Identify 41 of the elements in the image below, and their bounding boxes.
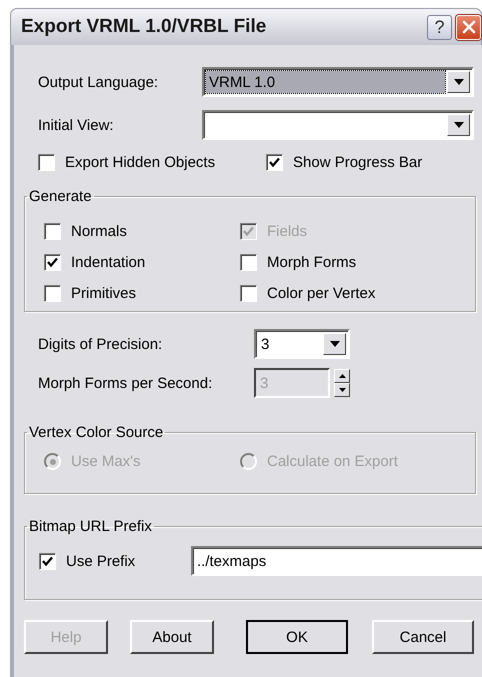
checkbox-label: Color per Vertex (267, 284, 376, 302)
dialog-button[interactable]: OK (246, 620, 348, 654)
checkbox[interactable] (240, 254, 257, 270)
close-icon (460, 19, 476, 35)
checkbox[interactable] (44, 222, 61, 240)
caret-icon (454, 122, 464, 128)
checkbox-label: Use Prefix (66, 552, 136, 570)
dialog-button[interactable]: About (130, 620, 214, 654)
checkbox[interactable] (44, 284, 61, 302)
checkbox[interactable] (44, 254, 61, 270)
caret-icon (454, 79, 464, 85)
spinner-icon[interactable] (334, 369, 350, 397)
help-button[interactable]: ? (427, 14, 452, 40)
window-title: Export VRML 1.0/VRBL File (21, 16, 268, 38)
field-label: Output Language: (37, 74, 160, 90)
group-title: Vertex Color Source (28, 424, 164, 441)
prefix-field[interactable]: ../texmaps (191, 546, 482, 576)
checkbox-label: Primitives (71, 284, 136, 302)
radio-label: Calculate on Export (267, 453, 398, 470)
checkbox[interactable] (266, 154, 283, 170)
field-label: Initial View: (37, 116, 115, 134)
checkbox[interactable] (39, 552, 56, 570)
radio-label: Use Max's (71, 453, 141, 470)
checkbox[interactable] (38, 154, 55, 170)
dropdown[interactable]: 3 (254, 329, 350, 359)
group-title: Generate (28, 188, 93, 205)
checkbox-label: Export Hidden Objects (65, 154, 216, 170)
checkbox-label: Indentation (71, 254, 146, 270)
checkbox-label: Normals (71, 222, 127, 240)
checkbox-label: Fields (267, 222, 308, 240)
field-label: Digits of Precision: (37, 336, 164, 352)
caret-icon (330, 341, 340, 347)
checkbox-label: Morph Forms (267, 254, 356, 270)
checkbox[interactable] (240, 284, 257, 302)
checkbox-label: Show Progress Bar (293, 154, 422, 170)
dropdown[interactable] (202, 110, 474, 140)
field-label: Morph Forms per Second: (37, 374, 214, 392)
group-title: Bitmap URL Prefix (28, 518, 153, 535)
close-button[interactable] (456, 14, 481, 40)
dialog-button[interactable]: Cancel (372, 620, 474, 654)
dropdown[interactable]: VRML 1.0 (202, 67, 474, 97)
